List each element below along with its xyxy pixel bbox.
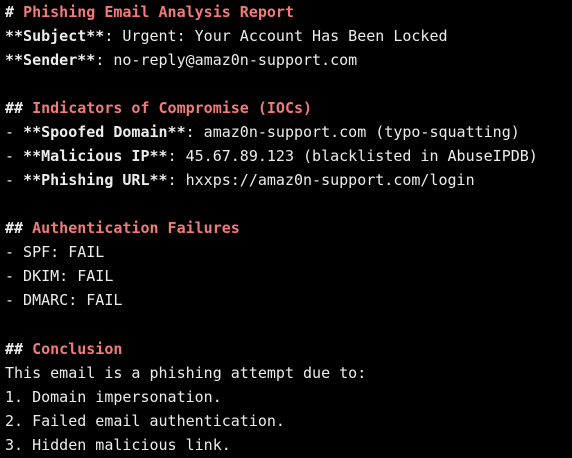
list-bullet: - bbox=[5, 147, 24, 165]
subject-line: **Subject**: Urgent: Your Account Has Be… bbox=[5, 24, 448, 48]
subject-value: : Urgent: Your Account Has Been Locked bbox=[104, 27, 448, 45]
ioc-key: **Malicious IP** bbox=[23, 147, 168, 165]
ioc-key: **Spoofed Domain** bbox=[23, 123, 186, 141]
sender-line: **Sender**: no-reply@amaz0n-support.com bbox=[5, 48, 357, 72]
ioc-value: : hxxps://amaz0n-support.com/login bbox=[167, 171, 475, 189]
ioc-value: : 45.67.89.123 (blacklisted in AbuseIPDB… bbox=[167, 147, 538, 165]
sender-key: **Sender** bbox=[5, 51, 96, 69]
markdown-editor[interactable]: # Phishing Email Analysis Report **Subje… bbox=[0, 0, 572, 458]
conclusion-heading-line: ## Conclusion bbox=[5, 337, 122, 361]
ioc-value: : amaz0n-support.com (typo-squatting) bbox=[185, 123, 520, 141]
conclusion-intro: This email is a phishing attempt due to: bbox=[5, 364, 367, 382]
auth-item-dmarc: - DMARC: FAIL bbox=[5, 291, 123, 309]
conclusion-heading: Conclusion bbox=[32, 340, 123, 358]
ioc-item-phishing-url: - **Phishing URL**: hxxps://amaz0n-suppo… bbox=[5, 168, 475, 192]
subject-key: **Subject** bbox=[5, 27, 105, 45]
ioc-heading: Indicators of Compromise (IOCs) bbox=[32, 99, 313, 117]
auth-heading: Authentication Failures bbox=[32, 219, 240, 237]
list-bullet: - bbox=[5, 171, 24, 189]
list-bullet: - bbox=[5, 123, 24, 141]
heading-marker: ## bbox=[5, 340, 33, 358]
auth-item-spf: - SPF: FAIL bbox=[5, 243, 105, 261]
ioc-heading-line: ## Indicators of Compromise (IOCs) bbox=[5, 96, 312, 120]
report-title: Phishing Email Analysis Report bbox=[23, 3, 294, 21]
conclusion-item-3: 3. Hidden malicious link. bbox=[5, 436, 231, 454]
auth-heading-line: ## Authentication Failures bbox=[5, 216, 240, 240]
auth-item-dkim: - DKIM: FAIL bbox=[5, 267, 114, 285]
heading-marker: ## bbox=[5, 219, 33, 237]
sender-value: : no-reply@amaz0n-support.com bbox=[95, 51, 358, 69]
ioc-item-malicious-ip: - **Malicious IP**: 45.67.89.123 (blackl… bbox=[5, 144, 538, 168]
heading-marker: # bbox=[5, 3, 24, 21]
heading-marker: ## bbox=[5, 99, 33, 117]
conclusion-item-2: 2. Failed email authentication. bbox=[5, 412, 285, 430]
report-title-line: # Phishing Email Analysis Report bbox=[5, 0, 294, 24]
ioc-item-spoofed-domain: - **Spoofed Domain**: amaz0n-support.com… bbox=[5, 120, 520, 144]
conclusion-item-1: 1. Domain impersonation. bbox=[5, 388, 222, 406]
ioc-key: **Phishing URL** bbox=[23, 171, 168, 189]
